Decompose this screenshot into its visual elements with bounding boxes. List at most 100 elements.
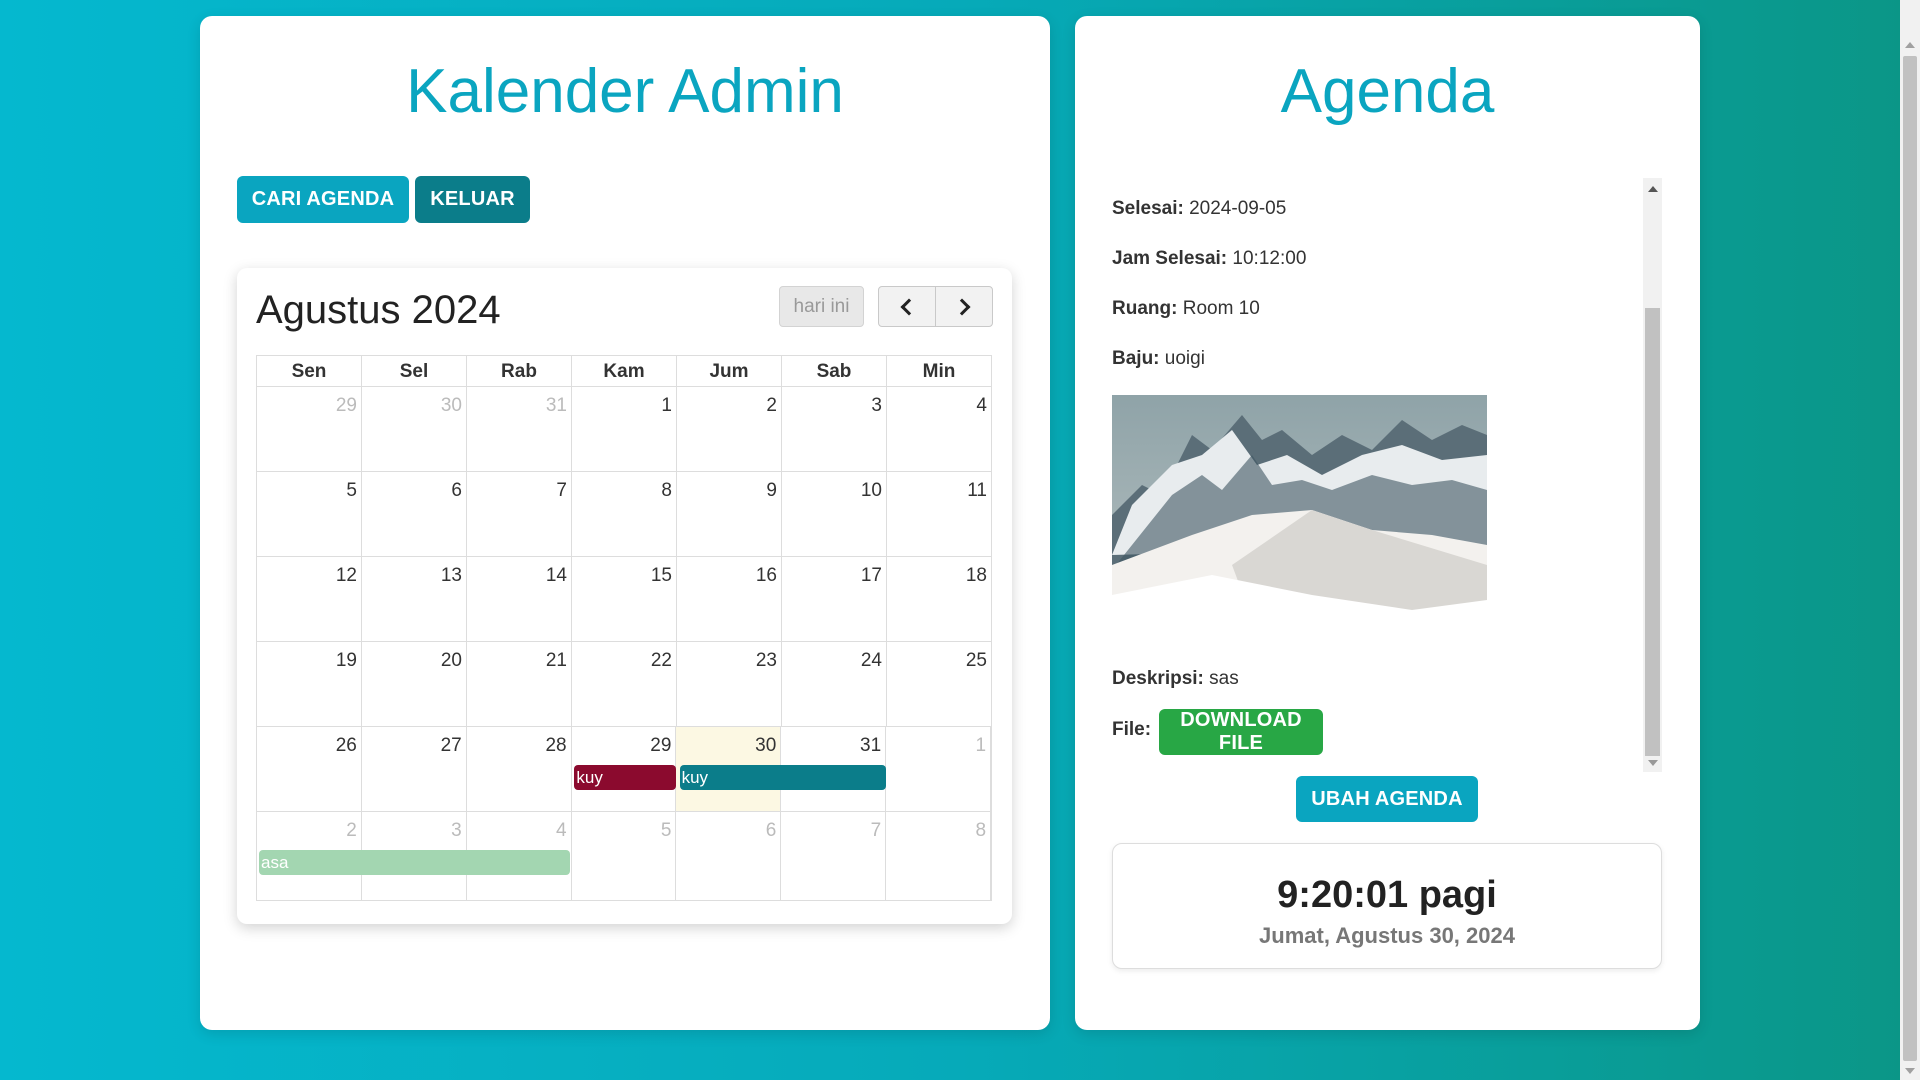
- calendar-event[interactable]: kuy: [574, 765, 676, 790]
- weekday-header-cell: Sel: [362, 356, 467, 386]
- end-date-row: Selesai: 2024-09-05: [1112, 198, 1286, 220]
- page-scrollbar[interactable]: [1900, 0, 1920, 1080]
- calendar-day[interactable]: 22: [572, 642, 677, 726]
- calendar-day[interactable]: 4: [887, 387, 991, 471]
- weekday-header-cell: Min: [922, 361, 956, 382]
- scroll-up-arrow-icon[interactable]: [1905, 42, 1915, 48]
- calendar-day[interactable]: 10: [782, 472, 887, 556]
- dress-value: uoigi: [1164, 348, 1205, 369]
- end-time-row: Jam Selesai: 10:12:00: [1112, 248, 1306, 270]
- search-agenda-button[interactable]: CARI AGENDA: [237, 176, 409, 223]
- calendar-day[interactable]: 11: [887, 472, 991, 556]
- scroll-thumb[interactable]: [1903, 56, 1917, 1061]
- calendar-week-row: 19 20 21 22 23 24 25: [257, 642, 991, 727]
- calendar-day[interactable]: 24: [782, 642, 887, 726]
- agenda-detail-scroll[interactable]: Selesai: 2024-09-05 Jam Selesai: 10:12:0…: [1112, 178, 1662, 775]
- calendar-day[interactable]: 20: [362, 642, 467, 726]
- calendar-week-row: 5 6 7 8 9 10 11: [257, 472, 991, 557]
- description-label: Deskripsi:: [1112, 668, 1204, 689]
- calendar-week-row: 12 13 14 15 16 17 18: [257, 557, 991, 642]
- agenda-scrollbar[interactable]: [1643, 178, 1662, 772]
- weekday-header-cell: Sab: [782, 356, 887, 386]
- weekday-header-cell: Rab: [467, 356, 572, 386]
- agenda-scroll-down-icon[interactable]: [1648, 760, 1658, 766]
- calendar-day[interactable]: 28: [467, 727, 572, 811]
- room-value: Room 10: [1182, 298, 1260, 319]
- dress-label: Baju:: [1112, 348, 1160, 369]
- agenda-panel: Agenda Selesai: 2024-09-05 Jam Selesai: …: [1075, 16, 1700, 1030]
- clock-date: Jumat, Agustus 30, 2024: [1259, 923, 1515, 948]
- logout-button[interactable]: KELUAR: [415, 176, 530, 223]
- calendar: Agustus 2024 hari ini Sen Sel Rab Kam Jum Sab…: [237, 268, 1012, 924]
- weekday-header-cell: Sen: [257, 356, 362, 386]
- end-date-value: 2024-09-05: [1189, 198, 1287, 219]
- calendar-day[interactable]: 1: [886, 727, 992, 811]
- clock-box: 9:20:01 pagi Jumat, Agustus 30, 2024: [1112, 843, 1662, 969]
- description-row: Deskripsi: sas: [1112, 668, 1239, 690]
- calendar-day[interactable]: 2: [677, 387, 782, 471]
- file-row: File:: [1112, 719, 1151, 741]
- calendar-day[interactable]: 13: [362, 557, 467, 641]
- calendar-day[interactable]: 15: [572, 557, 677, 641]
- calendar-day[interactable]: 23: [677, 642, 782, 726]
- calendar-week-row: 2 3 4 5 6 7 8 asa: [257, 812, 992, 900]
- calendar-day[interactable]: 6: [676, 812, 782, 900]
- file-label: File:: [1112, 719, 1152, 740]
- today-button[interactable]: hari ini: [779, 286, 864, 327]
- calendar-panel: Kalender Admin CARI AGENDA KELUAR Agustu…: [200, 16, 1050, 1030]
- dress-row: Baju: uoigi: [1112, 348, 1205, 370]
- calendar-day[interactable]: 8: [886, 812, 992, 900]
- calendar-day[interactable]: 31: [467, 387, 572, 471]
- calendar-week-row: 26 27 28 29 30 31 1 kuy kuy: [257, 727, 992, 812]
- weekday-header-cell: Jum: [677, 356, 782, 386]
- calendar-day[interactable]: 19: [257, 642, 362, 726]
- end-date-label: Selesai:: [1112, 198, 1184, 219]
- calendar-day[interactable]: 6: [362, 472, 467, 556]
- chevron-right-icon: [953, 298, 971, 315]
- calendar-grid: Sen Sel Rab Kam Jum Sab Min 29 30 31 1 2 3 4 5 6 7 8 9 10 1…: [256, 355, 992, 901]
- calendar-day[interactable]: 3: [782, 387, 887, 471]
- calendar-event[interactable]: kuy: [679, 765, 886, 790]
- calendar-day[interactable]: 16: [677, 557, 782, 641]
- calendar-day[interactable]: 17: [782, 557, 887, 641]
- weekday-header: Sen Sel Rab Kam Jum Sab Min: [257, 356, 991, 387]
- calendar-day[interactable]: 26: [257, 727, 362, 811]
- calendar-day[interactable]: 18: [887, 557, 991, 641]
- calendar-day[interactable]: 5: [572, 812, 677, 900]
- clock-time: 9:20:01 pagi: [1277, 874, 1497, 916]
- agenda-scroll-thumb[interactable]: [1645, 308, 1660, 756]
- calendar-day[interactable]: 29: [257, 387, 362, 471]
- calendar-week-row: 29 30 31 1 2 3 4: [257, 387, 991, 472]
- calendar-day[interactable]: 25: [887, 642, 991, 726]
- chevron-left-icon: [900, 298, 918, 315]
- agenda-title: Agenda: [1280, 57, 1495, 126]
- description-value: sas: [1209, 668, 1239, 689]
- calendar-day[interactable]: 27: [362, 727, 467, 811]
- scroll-down-arrow-icon[interactable]: [1905, 1068, 1915, 1074]
- calendar-day[interactable]: 30: [362, 387, 467, 471]
- prev-month-button[interactable]: [879, 287, 936, 326]
- calendar-day[interactable]: 1: [572, 387, 677, 471]
- room-row: Ruang: Room 10: [1112, 298, 1260, 320]
- page-title: Kalender Admin: [406, 57, 844, 126]
- calendar-day[interactable]: 12: [257, 557, 362, 641]
- calendar-nav: [878, 286, 993, 327]
- end-time-label: Jam Selesai:: [1112, 248, 1228, 269]
- edit-agenda-button[interactable]: UBAH AGENDA: [1296, 776, 1478, 822]
- calendar-month-title: Agustus 2024: [256, 288, 501, 332]
- download-file-button[interactable]: DOWNLOAD FILE: [1159, 709, 1323, 755]
- calendar-day[interactable]: 9: [677, 472, 782, 556]
- calendar-day[interactable]: 21: [467, 642, 572, 726]
- calendar-day[interactable]: 8: [572, 472, 677, 556]
- calendar-day[interactable]: 5: [257, 472, 362, 556]
- weekday-header-cell: Kam: [572, 356, 677, 386]
- calendar-day[interactable]: 7: [467, 472, 572, 556]
- agenda-image: [1112, 395, 1487, 645]
- calendar-day[interactable]: 7: [781, 812, 887, 900]
- end-time-value: 10:12:00: [1232, 248, 1307, 269]
- next-month-button[interactable]: [936, 287, 992, 326]
- room-label: Ruang:: [1112, 298, 1178, 319]
- calendar-event[interactable]: asa: [259, 850, 571, 875]
- agenda-scroll-up-icon[interactable]: [1648, 186, 1658, 192]
- calendar-day[interactable]: 14: [467, 557, 572, 641]
